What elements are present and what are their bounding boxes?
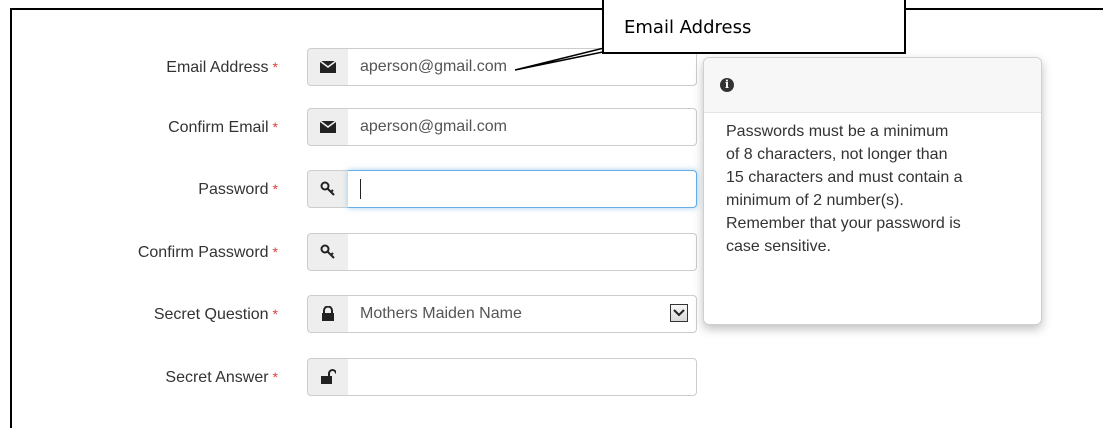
confirm-password-label: Confirm Password * — [137, 244, 278, 261]
chevron-down-icon[interactable] — [670, 304, 688, 322]
popover-line: 15 characters and must contain a — [726, 169, 963, 186]
confirm-password-input[interactable] — [348, 233, 697, 271]
secret-question-select[interactable]: Mothers Maiden Name — [348, 295, 697, 333]
confirm-email-label: Confirm Email * — [168, 119, 278, 136]
popover-line: case sensitive. — [726, 238, 831, 255]
password-label: Password * — [198, 181, 278, 198]
secret-answer-input[interactable] — [348, 358, 697, 396]
popover-line: Remember that your password is — [726, 215, 961, 232]
unlock-icon — [307, 358, 349, 396]
popover-line: Passwords must be a minimum — [726, 123, 949, 140]
secret-answer-label: Secret Answer * — [165, 369, 278, 386]
callout-label: Email Address — [624, 17, 752, 38]
annotation-callout: Email Address — [602, 0, 906, 54]
popover-line: of 8 characters, not longer than — [726, 146, 948, 163]
popover-body: Passwords must be a minimum of 8 charact… — [726, 120, 1032, 258]
lock-icon — [307, 295, 349, 333]
secret-question-label: Secret Question * — [153, 306, 278, 323]
envelope-icon — [307, 108, 349, 146]
envelope-icon — [307, 48, 349, 86]
popover-header: i — [704, 58, 1041, 113]
popover-line: minimum of 2 number(s). — [726, 192, 904, 209]
text-caret — [360, 178, 361, 199]
key-icon — [307, 233, 349, 271]
password-input[interactable] — [348, 170, 697, 208]
confirm-email-input[interactable]: aperson@gmail.com — [348, 108, 697, 146]
password-help-popover: i Passwords must be a minimum of 8 chara… — [703, 57, 1042, 325]
key-icon — [307, 170, 349, 208]
info-icon: i — [720, 78, 734, 92]
email-label: Email Address * — [166, 59, 278, 76]
